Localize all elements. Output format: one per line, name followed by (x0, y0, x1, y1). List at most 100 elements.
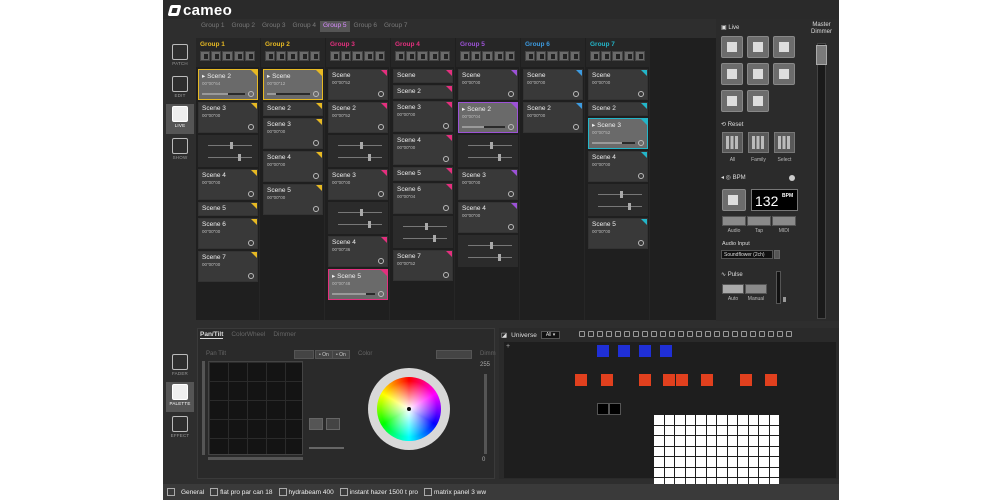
effect-speed-slider[interactable] (468, 142, 512, 149)
pulse-manual-button[interactable] (745, 284, 767, 294)
blackout-button[interactable] (721, 63, 743, 85)
slider-handle[interactable] (360, 142, 363, 149)
loop-icon[interactable] (378, 258, 384, 264)
loop-icon[interactable] (638, 140, 644, 146)
bpm-sync-button[interactable] (722, 189, 746, 211)
bpm-audio-button[interactable] (722, 216, 746, 226)
slider-handle[interactable] (490, 142, 493, 149)
universe-tool-icon[interactable] (714, 331, 720, 337)
fixture-tile[interactable] (609, 403, 621, 415)
tab-pan-tilt[interactable]: Pan/Tilt (200, 331, 224, 339)
matrix-pixel[interactable] (706, 436, 716, 446)
loop-icon[interactable] (638, 173, 644, 179)
matrix-pixel[interactable] (738, 446, 748, 456)
nav-patch[interactable]: PATCH (166, 42, 194, 72)
matrix-pixel[interactable] (738, 436, 748, 446)
scene-button[interactable]: Scene 2 (588, 102, 648, 116)
scene-button[interactable]: Scene 3 00"00"00 (263, 118, 323, 149)
matrix-pixel[interactable] (706, 446, 716, 456)
matrix-pixel[interactable] (706, 457, 716, 467)
scene-button[interactable]: Scene 5 (198, 202, 258, 216)
group-off-icon[interactable] (634, 51, 646, 61)
matrix-pixel[interactable] (664, 436, 674, 446)
scene-button[interactable]: Scene 3 00"00"00 (198, 102, 258, 133)
group-prev-icon[interactable] (601, 51, 612, 61)
fixture-tile[interactable] (601, 374, 613, 386)
nav-effect[interactable]: EFFECT (166, 414, 194, 444)
matrix-pixel[interactable] (685, 457, 695, 467)
loop-icon[interactable] (248, 124, 254, 130)
slider-handle[interactable] (368, 154, 371, 161)
scene-button[interactable]: Scene 5 00"00"00 (588, 218, 648, 249)
matrix-pixel[interactable] (675, 425, 685, 435)
loop-icon[interactable] (508, 191, 514, 197)
group-tab[interactable]: Group 7 (381, 21, 411, 32)
nav-live[interactable]: LIVE (166, 104, 194, 134)
matrix-pixel[interactable] (664, 457, 674, 467)
effect-intensity-slider[interactable] (338, 221, 382, 228)
scene-button[interactable]: Scene 6 00"00"04 (393, 183, 453, 214)
group-play-icon[interactable] (590, 51, 601, 61)
loop-icon[interactable] (508, 124, 514, 130)
pan-tilt-preset-button[interactable] (309, 418, 323, 430)
scene-button[interactable]: ▸ Scene 2 00"00"64 (198, 69, 258, 100)
matrix-pixel[interactable] (706, 425, 716, 435)
slider-handle[interactable] (628, 203, 631, 210)
matrix-pixel[interactable] (759, 436, 769, 446)
universe-tool-icon[interactable] (633, 331, 639, 337)
group-next-icon[interactable] (222, 51, 233, 61)
group-play-icon[interactable] (460, 51, 471, 61)
universe-tool-icon[interactable] (777, 331, 783, 337)
matrix-pixel[interactable] (717, 446, 727, 456)
matrix-pixel[interactable] (769, 467, 779, 477)
tilt-slider[interactable] (202, 361, 205, 455)
master-dimmer-handle[interactable] (816, 45, 827, 65)
bpm-midi-button[interactable] (772, 216, 796, 226)
fixture-tile[interactable] (660, 345, 672, 357)
universe-tool-icon[interactable] (732, 331, 738, 337)
matrix-pixel[interactable] (717, 436, 727, 446)
loop-icon[interactable] (638, 240, 644, 246)
fixture-tile[interactable] (597, 403, 609, 415)
universe-select[interactable]: All ▾ (540, 331, 561, 339)
loop-icon[interactable] (378, 91, 384, 97)
add-fixture-icon[interactable]: + (506, 343, 510, 350)
fixture-tile[interactable] (676, 374, 688, 386)
effect-speed-slider[interactable] (468, 242, 512, 249)
group-prev-icon[interactable] (536, 51, 547, 61)
group-next-icon[interactable] (417, 51, 428, 61)
matrix-pixel[interactable] (769, 415, 779, 425)
group-play-icon[interactable] (200, 51, 211, 61)
scene-button[interactable]: Scene 5 00"00"00 (263, 184, 323, 215)
universe-tool-icon[interactable] (750, 331, 756, 337)
matrix-pixel[interactable] (675, 457, 685, 467)
next-button[interactable] (747, 36, 769, 58)
fixture-tile[interactable] (663, 374, 675, 386)
matrix-pixel[interactable] (748, 415, 758, 425)
matrix-pixel[interactable] (675, 467, 685, 477)
effect-speed-slider[interactable] (338, 209, 382, 216)
matrix-pixel[interactable] (717, 425, 727, 435)
scene-button[interactable]: Scene 4 00"00"00 (588, 151, 648, 182)
fixture-tile[interactable] (639, 374, 651, 386)
group-prev-icon[interactable] (471, 51, 482, 61)
matrix-pixel[interactable] (738, 425, 748, 435)
group-tab[interactable]: Group 1 (198, 21, 228, 32)
effect-intensity-slider[interactable] (598, 203, 642, 210)
matrix-pixel[interactable] (664, 415, 674, 425)
fixture-tile[interactable] (639, 345, 651, 357)
group-off-icon[interactable] (569, 51, 581, 61)
matrix-pixel[interactable] (727, 446, 737, 456)
effect-intensity-slider[interactable] (338, 154, 382, 161)
pan-tilt-pad[interactable] (208, 361, 303, 455)
loop-icon[interactable] (313, 206, 319, 212)
effect-speed-slider[interactable] (403, 223, 447, 230)
status-home[interactable] (167, 488, 175, 496)
scene-button[interactable]: ▸ Scene 2 00"00"04 (458, 102, 518, 133)
scene-button[interactable]: ▸ Scene 5 00"00"48 (328, 269, 388, 300)
universe-tool-icon[interactable] (678, 331, 684, 337)
fixture-tab[interactable]: General (181, 489, 204, 496)
group-play-icon[interactable] (395, 51, 406, 61)
group-play-icon[interactable] (330, 51, 341, 61)
shuffle-button[interactable] (747, 63, 769, 85)
